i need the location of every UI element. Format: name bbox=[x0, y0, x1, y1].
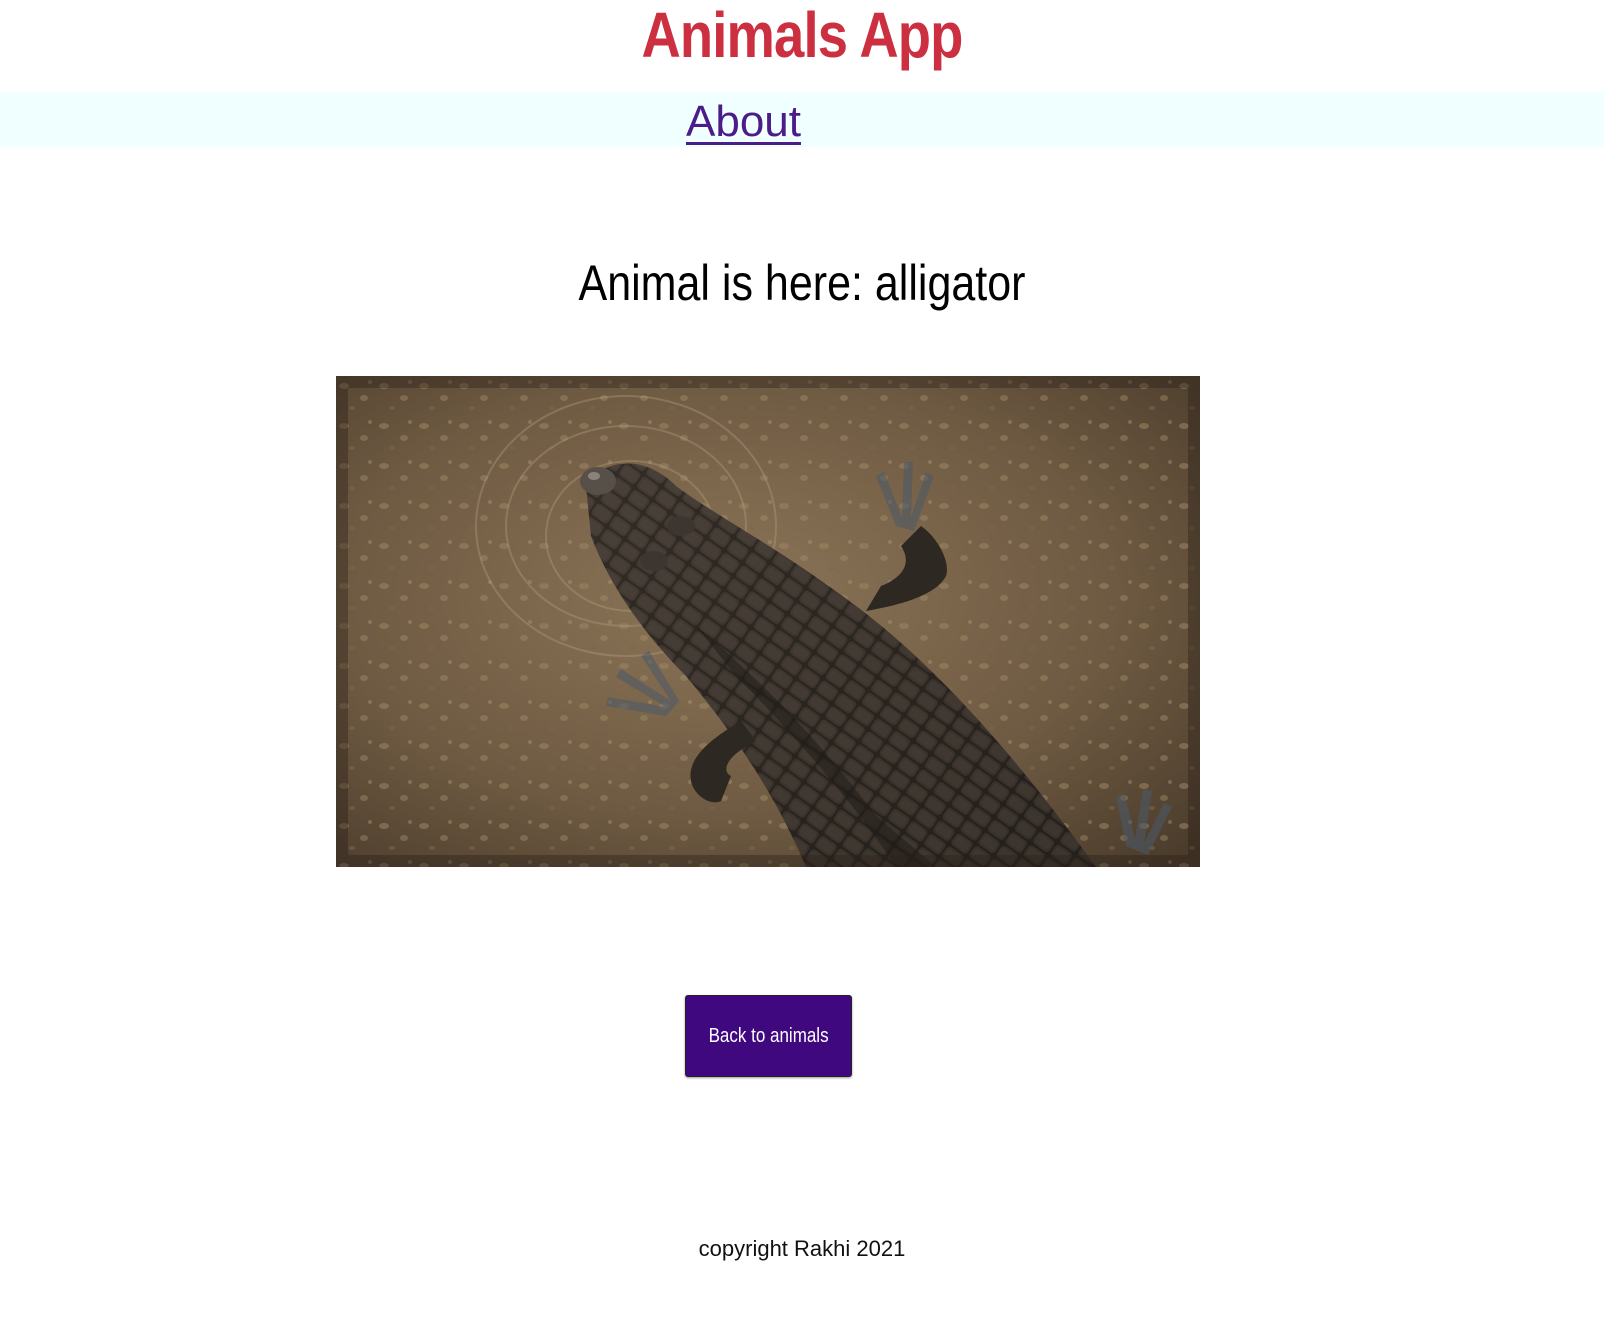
animal-image bbox=[336, 376, 1200, 867]
page: Animals App About Animal is here: alliga… bbox=[0, 0, 1604, 1324]
nav-link-about[interactable]: About bbox=[686, 92, 801, 152]
app-title: Animals App bbox=[641, 0, 963, 71]
animal-heading: Animal is here: alligator bbox=[578, 255, 1026, 311]
back-to-animals-label: Back to animals bbox=[708, 1024, 829, 1047]
footer-copyright: copyright Rakhi 2021 bbox=[698, 1236, 906, 1261]
navbar bbox=[0, 92, 1604, 147]
back-to-animals-button[interactable]: Back to animals bbox=[685, 995, 852, 1077]
